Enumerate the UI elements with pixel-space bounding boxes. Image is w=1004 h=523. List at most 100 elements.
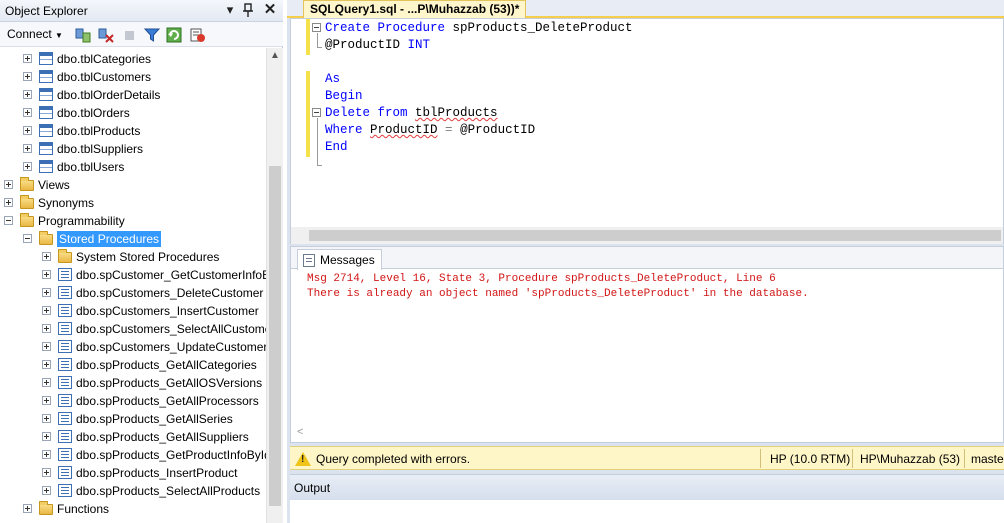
tree-item[interactable]: dbo.tblOrderDetails [0, 86, 266, 104]
expand-icon[interactable] [42, 486, 51, 495]
object-explorer-scrollbar[interactable]: ▲ [266, 48, 283, 523]
disconnect-icon[interactable] [98, 27, 114, 43]
sql-code[interactable]: Create Procedure spProducts_DeleteProduc… [325, 20, 633, 156]
filter-icon[interactable] [144, 27, 160, 43]
tree-item[interactable]: dbo.spProducts_GetAllCategories [0, 356, 266, 374]
collapse-icon[interactable] [4, 216, 13, 225]
tree-item[interactable]: dbo.tblProducts [0, 122, 266, 140]
tree-item[interactable]: dbo.spProducts_SelectAllProducts [0, 482, 266, 500]
tree-item-label: dbo.tblProducts [57, 124, 141, 138]
object-explorer-title: Object Explorer [5, 4, 88, 18]
tree-item[interactable]: dbo.spProducts_GetAllProcessors [0, 392, 266, 410]
sql-editor[interactable]: Create Procedure spProducts_DeleteProduc… [290, 18, 1004, 244]
table-icon [39, 52, 53, 65]
expand-icon[interactable] [42, 432, 51, 441]
tree-item[interactable]: dbo.tblUsers [0, 158, 266, 176]
tree-item[interactable]: dbo.tblCategories [0, 50, 266, 68]
outline-end [317, 47, 322, 48]
expand-icon[interactable] [23, 144, 32, 153]
results-pane: Messages Msg 2714, Level 16, State 3, Pr… [290, 246, 1004, 443]
expand-icon[interactable] [42, 342, 51, 351]
tree-item[interactable]: dbo.tblOrders [0, 104, 266, 122]
collapse-icon[interactable] [23, 234, 32, 243]
expand-icon[interactable] [23, 504, 32, 513]
tree-item-label: dbo.spProducts_InsertProduct [76, 466, 238, 480]
expand-icon[interactable] [23, 108, 32, 117]
tree-item[interactable]: dbo.spCustomers_InsertCustomer [0, 302, 266, 320]
expand-icon[interactable] [23, 162, 32, 171]
folder-icon [39, 231, 53, 245]
expand-icon[interactable] [42, 324, 51, 333]
tree-item[interactable]: System Stored Procedures [0, 248, 266, 266]
tree-item[interactable]: dbo.spCustomer_GetCustomerInfoB [0, 266, 266, 284]
expand-icon[interactable] [23, 90, 32, 99]
scroll-up-arrow-icon[interactable]: ▲ [267, 50, 283, 61]
refresh-icon[interactable] [166, 27, 182, 43]
tree-item[interactable]: dbo.spProducts_GetAllOSVersions [0, 374, 266, 392]
collapse-region-icon[interactable] [312, 23, 321, 32]
tree-item[interactable]: Stored Procedures [0, 230, 266, 248]
tree-item-label: Functions [57, 502, 110, 516]
tree-item[interactable]: dbo.spProducts_GetAllSuppliers [0, 428, 266, 446]
output-titlebar[interactable]: Output [290, 474, 1004, 500]
scrollbar-thumb[interactable] [269, 166, 281, 506]
tree-item[interactable]: dbo.spCustomers_SelectAllCustome [0, 320, 266, 338]
results-horizontal-scrollbar[interactable]: < [291, 425, 1003, 442]
expand-icon[interactable] [42, 252, 51, 261]
tab-messages[interactable]: Messages [297, 249, 382, 270]
warning-icon [295, 452, 311, 466]
connect-object-explorer-icon[interactable] [75, 27, 91, 43]
tree-item[interactable]: Programmability [0, 212, 266, 230]
tab-sqlquery1[interactable]: SQLQuery1.sql - ...P\Muhazzab (53))* [303, 0, 527, 18]
expand-icon[interactable] [23, 54, 32, 63]
expand-icon[interactable] [4, 180, 13, 189]
tree-item[interactable]: Views [0, 176, 266, 194]
expand-icon[interactable] [42, 450, 51, 459]
editor-gutter [291, 19, 310, 227]
tree-item-label: Programmability [38, 214, 125, 228]
tree-item[interactable]: dbo.spProducts_InsertProduct [0, 464, 266, 482]
expand-icon[interactable] [23, 72, 32, 81]
expand-icon[interactable] [4, 198, 13, 207]
tree-item[interactable]: dbo.spCustomers_DeleteCustomer [0, 284, 266, 302]
tree-item-label: Views [38, 178, 70, 192]
code-parameter: @ProductID [325, 38, 408, 52]
pin-icon[interactable] [240, 2, 256, 18]
tree-item[interactable]: Functions [0, 500, 266, 518]
connect-label: Connect [7, 27, 52, 41]
expand-icon[interactable] [42, 414, 51, 423]
editor-horizontal-scrollbar[interactable] [291, 227, 1003, 244]
expand-icon[interactable] [42, 270, 51, 279]
expand-icon[interactable] [42, 360, 51, 369]
connect-button[interactable]: Connect ▼ [7, 27, 63, 41]
code-keyword: End [325, 140, 348, 154]
tree-item[interactable]: dbo.spCustomers_UpdateCustomer [0, 338, 266, 356]
tree-item[interactable]: Synonyms [0, 194, 266, 212]
scrollbar-thumb[interactable] [309, 230, 1001, 241]
collapse-region-icon[interactable] [312, 108, 321, 117]
close-icon[interactable]: ✕ [262, 2, 278, 18]
outline-line [317, 118, 318, 165]
expand-icon[interactable] [23, 126, 32, 135]
code-operator: = [437, 123, 461, 137]
scroll-left-arrow-icon[interactable]: < [297, 426, 303, 438]
tree-item[interactable]: dbo.tblSuppliers [0, 140, 266, 158]
query-status-bar: Query completed with errors. HP (10.0 RT… [290, 446, 1004, 470]
stop-icon[interactable] [121, 27, 137, 43]
object-explorer-titlebar: Object Explorer ▾ ✕ [0, 0, 283, 22]
tree-item[interactable]: dbo.spProducts_GetAllSeries [0, 410, 266, 428]
expand-icon[interactable] [42, 468, 51, 477]
tree-item[interactable]: dbo.spProducts_GetProductInfoById [0, 446, 266, 464]
stored-procedure-icon [58, 448, 72, 461]
stored-procedure-icon [58, 268, 72, 281]
window-position-dropdown-icon[interactable]: ▾ [222, 2, 238, 18]
tree-item[interactable]: dbo.tblCustomers [0, 68, 266, 86]
expand-icon[interactable] [42, 306, 51, 315]
expand-icon[interactable] [42, 288, 51, 297]
expand-icon[interactable] [42, 378, 51, 387]
expand-icon[interactable] [42, 396, 51, 405]
activity-monitor-icon[interactable] [189, 27, 205, 43]
stored-procedure-icon [58, 340, 72, 353]
object-explorer-toolbar: Connect ▼ [0, 22, 283, 47]
